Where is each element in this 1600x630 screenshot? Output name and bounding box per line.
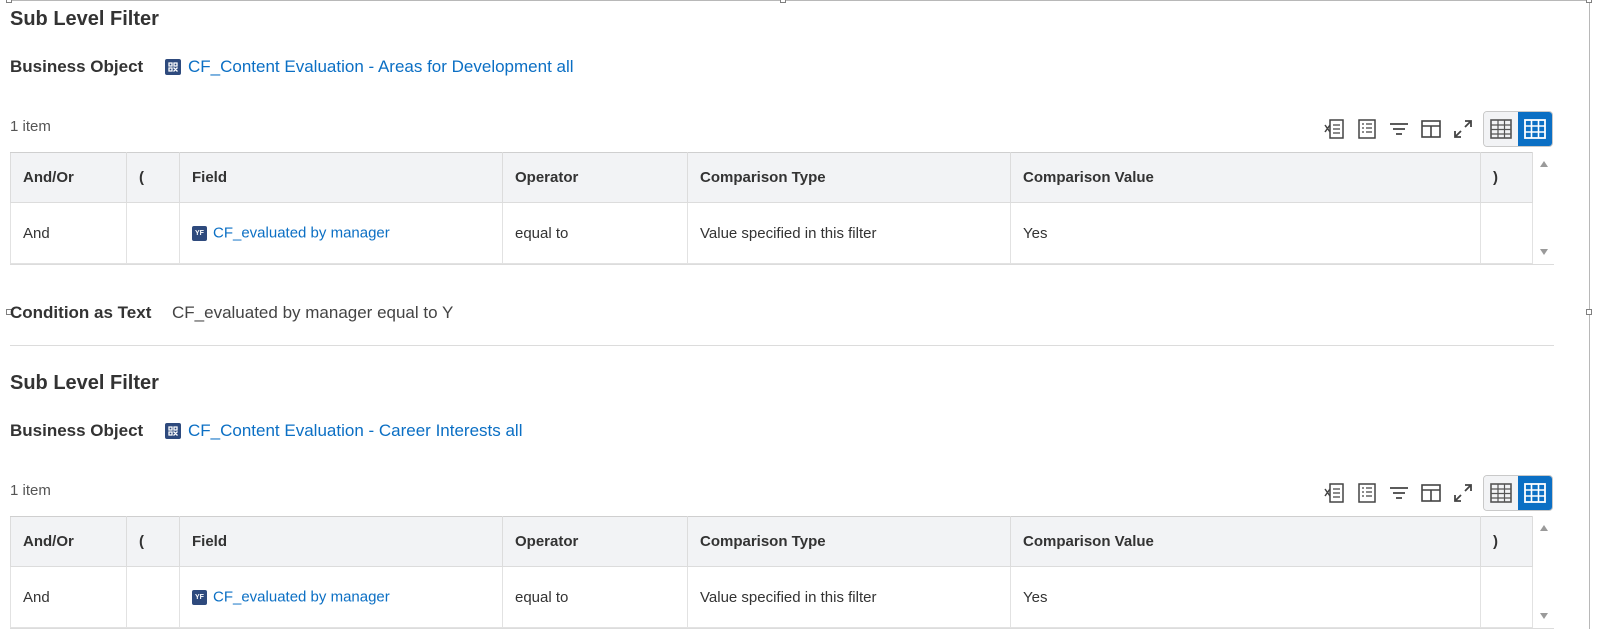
column-header-field[interactable]: Field bbox=[179, 516, 503, 567]
field-type-icon: YF bbox=[192, 225, 207, 241]
business-object-row: Business Object CF_Content Evaluation - … bbox=[10, 56, 574, 78]
cell-close-paren bbox=[1480, 202, 1533, 264]
column-header-operator[interactable]: Operator bbox=[502, 152, 688, 203]
condition-text: CF_evaluated by manager equal to Y bbox=[172, 303, 454, 322]
column-header-and-or[interactable]: And/Or bbox=[10, 516, 127, 567]
column-header-close-paren[interactable]: ) bbox=[1480, 152, 1533, 203]
resize-handle-top[interactable] bbox=[780, 0, 786, 3]
column-header-operator[interactable]: Operator bbox=[502, 516, 688, 567]
cell-comparison-value: Yes bbox=[1010, 202, 1481, 264]
column-header-open-paren[interactable]: ( bbox=[126, 516, 180, 567]
field-link[interactable]: CF_evaluated by manager bbox=[213, 589, 390, 606]
scroll-down-icon[interactable] bbox=[1540, 613, 1548, 619]
column-header-and-or[interactable]: And/Or bbox=[10, 152, 127, 203]
business-object-label: Business Object bbox=[10, 57, 144, 76]
business-object-icon bbox=[165, 423, 181, 439]
filter-table: And/Or ( Field Operator Comparison Type … bbox=[10, 516, 1533, 628]
column-header-comparison-value[interactable]: Comparison Value bbox=[1010, 516, 1481, 567]
cell-close-paren bbox=[1480, 566, 1533, 628]
grid-view-icon[interactable] bbox=[1518, 112, 1552, 146]
scroll-up-icon[interactable] bbox=[1540, 525, 1548, 531]
columns-icon[interactable] bbox=[1415, 477, 1447, 509]
filter-grid: And/Or ( Field Operator Comparison Type … bbox=[10, 152, 1554, 265]
header-row: And/Or ( Field Operator Comparison Type … bbox=[10, 152, 1533, 203]
grid-toolbar bbox=[1319, 475, 1553, 511]
field-type-icon: YF bbox=[192, 589, 207, 605]
column-header-comparison-type[interactable]: Comparison Type bbox=[687, 516, 1011, 567]
view-toggle bbox=[1483, 111, 1553, 147]
grid-scrollbar[interactable] bbox=[1534, 152, 1554, 263]
column-header-comparison-type[interactable]: Comparison Type bbox=[687, 152, 1011, 203]
cell-comparison-type: Value specified in this filter bbox=[687, 202, 1011, 264]
header-row: And/Or ( Field Operator Comparison Type … bbox=[10, 516, 1533, 567]
cell-field: YF CF_evaluated by manager bbox=[179, 566, 503, 628]
export-pdf-icon[interactable] bbox=[1351, 477, 1383, 509]
grid-view-icon[interactable] bbox=[1518, 476, 1552, 510]
cell-field: YF CF_evaluated by manager bbox=[179, 202, 503, 264]
cell-comparison-value: Yes bbox=[1010, 566, 1481, 628]
fullscreen-icon[interactable] bbox=[1447, 113, 1479, 145]
filter-icon[interactable] bbox=[1383, 477, 1415, 509]
resize-handle-top-right[interactable] bbox=[1586, 0, 1592, 3]
field-link[interactable]: CF_evaluated by manager bbox=[213, 225, 390, 242]
scroll-up-icon[interactable] bbox=[1540, 161, 1548, 167]
condition-label: Condition as Text bbox=[10, 303, 152, 322]
cell-operator: equal to bbox=[502, 202, 688, 264]
grid-scrollbar[interactable] bbox=[1534, 516, 1554, 627]
filter-grid: And/Or ( Field Operator Comparison Type … bbox=[10, 516, 1554, 629]
item-count: 1 item bbox=[10, 482, 51, 499]
section-title: Sub Level Filter bbox=[10, 372, 159, 394]
condition-as-text-row: Condition as Text CF_evaluated by manage… bbox=[10, 302, 453, 324]
business-object-icon bbox=[165, 59, 181, 75]
business-object-link[interactable]: CF_Content Evaluation - Areas for Develo… bbox=[188, 57, 574, 77]
table-row: And YF CF_evaluated by manager equal to V… bbox=[10, 566, 1533, 628]
column-header-comparison-value[interactable]: Comparison Value bbox=[1010, 152, 1481, 203]
table-view-icon[interactable] bbox=[1484, 112, 1518, 146]
business-object-link[interactable]: CF_Content Evaluation - Career Interests… bbox=[188, 421, 523, 441]
export-excel-icon[interactable] bbox=[1319, 113, 1351, 145]
business-object-label: Business Object bbox=[10, 421, 144, 440]
item-count: 1 item bbox=[10, 118, 51, 135]
column-header-field[interactable]: Field bbox=[179, 152, 503, 203]
cell-operator: equal to bbox=[502, 566, 688, 628]
resize-handle-right[interactable] bbox=[1586, 309, 1592, 315]
view-toggle bbox=[1483, 475, 1553, 511]
cell-comparison-type: Value specified in this filter bbox=[687, 566, 1011, 628]
grid-toolbar bbox=[1319, 111, 1553, 147]
cell-open-paren bbox=[126, 566, 180, 628]
business-object-row: Business Object CF_Content Evaluation - … bbox=[10, 420, 523, 442]
fullscreen-icon[interactable] bbox=[1447, 477, 1479, 509]
column-header-open-paren[interactable]: ( bbox=[126, 152, 180, 203]
filter-icon[interactable] bbox=[1383, 113, 1415, 145]
section-title: Sub Level Filter bbox=[10, 8, 159, 30]
export-excel-icon[interactable] bbox=[1319, 477, 1351, 509]
filter-table: And/Or ( Field Operator Comparison Type … bbox=[10, 152, 1533, 264]
table-row: And YF CF_evaluated by manager equal to V… bbox=[10, 202, 1533, 264]
cell-open-paren bbox=[126, 202, 180, 264]
section-divider bbox=[10, 345, 1554, 346]
scroll-down-icon[interactable] bbox=[1540, 249, 1548, 255]
columns-icon[interactable] bbox=[1415, 113, 1447, 145]
export-pdf-icon[interactable] bbox=[1351, 113, 1383, 145]
column-header-close-paren[interactable]: ) bbox=[1480, 516, 1533, 567]
cell-and-or: And bbox=[10, 566, 127, 628]
table-view-icon[interactable] bbox=[1484, 476, 1518, 510]
cell-and-or: And bbox=[10, 202, 127, 264]
resize-handle-top-left[interactable] bbox=[6, 0, 12, 3]
